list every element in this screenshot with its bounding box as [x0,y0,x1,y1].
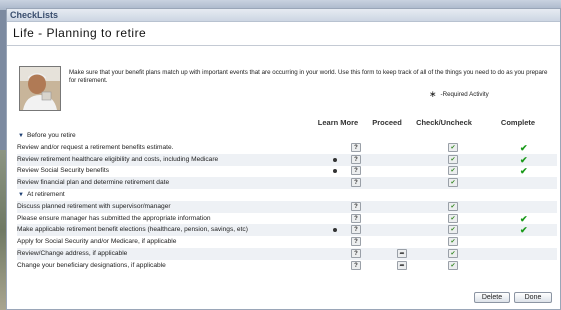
checklist-item-label: Review Social Security benefits [17,167,109,175]
check-uncheck-checkbox[interactable]: ✔ [448,142,458,152]
learn-more-icon[interactable]: ? [351,225,361,235]
checklist-item: Apply for Social Security and/or Medicar… [17,236,557,248]
done-button[interactable]: Done [514,292,552,303]
complete-checkmark-icon: ✔ [520,213,528,224]
checklist-item: Review retirement healthcare eligibility… [17,153,557,166]
section-label: ▼ At retirement [18,189,65,201]
check-uncheck-checkbox[interactable]: ✔ [448,237,458,247]
checklist-item: Review and/or request a retirement benef… [17,142,557,154]
header-check-uncheck: Check/Uncheck [416,118,472,127]
checklist-item-label: Review and/or request a retirement benef… [17,143,174,151]
header-proceed: Proceed [372,118,402,127]
header-complete: Complete [500,118,536,127]
required-symbol: ∗ [429,89,437,99]
checklist-item-label: Review retirement healthcare eligibility… [17,155,219,163]
check-uncheck-checkbox[interactable]: ✔ [448,201,458,211]
check-uncheck-checkbox[interactable]: ✔ [448,213,458,223]
page-title: Life - Planning to retire [13,26,147,40]
check-uncheck-checkbox[interactable]: ✔ [448,225,458,235]
checklist-item: Please ensure manager has submitted the … [17,213,557,225]
complete-checkmark-icon: ✔ [520,225,528,236]
required-legend: ∗ -Required Activity [429,89,489,100]
checklist-item-label: Change your beneficiary designations, if… [17,261,166,269]
learn-more-icon[interactable]: ? [351,166,361,176]
checklist-item: Review/Change address, if applicable? ➦ ✔ [17,248,557,260]
checklist-item-label: Make applicable retirement benefit elect… [17,226,248,234]
required-bullet-icon [333,228,337,233]
check-uncheck-checkbox[interactable]: ✔ [448,178,458,188]
section-header[interactable]: ▼ Before you retire [17,130,557,142]
retiree-photo [19,66,61,111]
section-title: Before you retire [26,132,76,139]
checklist-item-label: Review financial plan and determine reti… [17,179,170,187]
learn-more-icon[interactable]: ? [351,249,361,258]
section-label: ▼ Before you retire [18,130,76,142]
required-note: -Required Activity [440,91,489,98]
intro-text: Make sure that your benefit plans match … [69,69,548,84]
checklist-item-label: Review/Change address, if applicable [17,250,128,257]
proceed-arrow-icon[interactable]: ➦ [397,260,407,270]
check-uncheck-checkbox[interactable]: ✔ [448,260,458,270]
checklist-item: Discuss planned retirement with supervis… [17,200,557,213]
checklist-item-label: Apply for Social Security and/or Medicar… [17,238,177,246]
complete-checkmark-icon: ✔ [520,154,528,165]
checklist-item-label: Discuss planned retirement with supervis… [17,202,171,210]
section-header[interactable]: ▼ At retirement [17,189,557,201]
check-uncheck-checkbox[interactable]: ✔ [448,154,458,164]
checklist-item: Review Social Security benefits? ✔ ✔ [17,165,557,177]
checklist-item-label: Please ensure manager has submitted the … [17,214,211,222]
title-divider [7,45,560,46]
check-uncheck-checkbox[interactable]: ✔ [448,249,458,258]
learn-more-icon[interactable]: ? [351,142,361,152]
complete-checkmark-icon: ✔ [520,142,528,153]
expand-triangle-icon[interactable]: ▼ [18,192,24,198]
delete-button[interactable]: Delete [474,292,510,303]
learn-more-icon[interactable]: ? [351,201,361,211]
checklist-item: Review financial plan and determine reti… [17,177,557,190]
complete-checkmark-icon: ✔ [520,166,528,177]
required-bullet-icon [333,169,337,174]
check-uncheck-checkbox[interactable]: ✔ [448,166,458,176]
learn-more-icon[interactable]: ? [351,178,361,188]
learn-more-icon[interactable]: ? [351,260,361,270]
checklist-item: Make applicable retirement benefit elect… [17,224,557,237]
proceed-arrow-icon[interactable]: ➦ [397,249,407,258]
expand-triangle-icon[interactable]: ▼ [18,133,24,139]
learn-more-icon[interactable]: ? [351,154,361,164]
header-learn-more: Learn More [317,118,359,127]
required-bullet-icon [333,157,337,162]
checklist-item: Change your beneficiary designations, if… [17,260,557,272]
section-title: At retirement [26,191,65,198]
learn-more-icon[interactable]: ? [351,237,361,247]
learn-more-icon[interactable]: ? [351,213,361,223]
window-title: CheckLists [7,9,560,22]
checklist-window: CheckLists Life - Planning to retire Mak… [6,8,561,310]
